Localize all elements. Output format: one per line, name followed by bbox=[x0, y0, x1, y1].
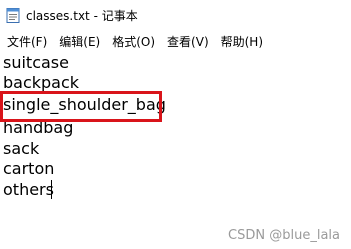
text-line[interactable]: backpack bbox=[3, 73, 79, 93]
text-line[interactable]: carton bbox=[3, 159, 54, 179]
text-caret bbox=[51, 180, 52, 199]
red-highlight-box bbox=[0, 91, 162, 122]
menu-view[interactable]: 查看(V) bbox=[162, 33, 214, 50]
title-bar: classes.txt - 记事本 bbox=[0, 0, 351, 30]
menu-format[interactable]: 格式(O) bbox=[107, 33, 160, 50]
menu-file[interactable]: 文件(F) bbox=[2, 33, 52, 50]
text-line[interactable]: suitcase bbox=[3, 53, 69, 73]
text-line[interactable]: others bbox=[3, 180, 54, 200]
text-editor-area[interactable]: suitcase backpack single_shoulder_bag ha… bbox=[0, 53, 351, 249]
window-title: classes.txt - 记事本 bbox=[26, 8, 138, 23]
notepad-window: classes.txt - 记事本 文件(F) 编辑(E) 格式(O) 查看(V… bbox=[0, 0, 351, 249]
text-line[interactable]: sack bbox=[3, 139, 39, 159]
watermark-text: CSDN @blue_lala bbox=[228, 228, 340, 243]
notepad-icon bbox=[6, 7, 20, 23]
menu-edit[interactable]: 编辑(E) bbox=[54, 33, 105, 50]
menu-help[interactable]: 帮助(H) bbox=[216, 33, 268, 50]
menu-bar: 文件(F) 编辑(E) 格式(O) 查看(V) 帮助(H) bbox=[0, 30, 351, 52]
